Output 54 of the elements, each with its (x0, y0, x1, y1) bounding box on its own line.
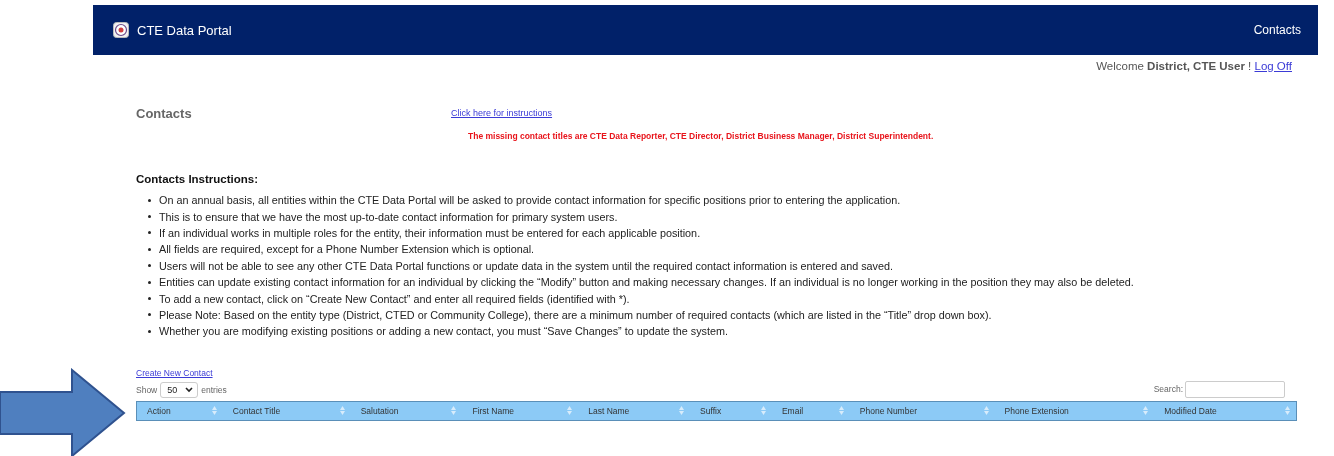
log-off-link[interactable]: Log Off (1254, 60, 1292, 72)
sort-icon[interactable] (983, 406, 989, 415)
seal-logo-icon (113, 22, 129, 38)
column-header[interactable]: Last Name (588, 405, 630, 416)
instruction-text: This is to ensure that we have the most up-to-date contact information for primary system users. (159, 210, 618, 223)
column-header[interactable]: Phone Extension (1004, 405, 1069, 416)
sort-icon[interactable] (760, 406, 766, 415)
instruction-text: To add a new contact, click on “Create New Contact” and enter all required fields (identified with *). (159, 292, 630, 305)
column-header[interactable]: Salutation (360, 405, 399, 416)
instruction-text: Whether you are modifying existing positions or adding a new contact, you must “Save Changes” to update the system. (159, 325, 728, 338)
page-title: Contacts (136, 105, 193, 121)
column-header[interactable]: Modified Date (1164, 405, 1217, 416)
bullet-icon (148, 329, 151, 333)
instruction-text: All fields are required, except for a Phone Number Extension which is optional. (159, 243, 535, 256)
create-contact-link[interactable]: Create New Contact (136, 367, 213, 378)
brand-title[interactable]: CTE Data Portal (137, 22, 232, 38)
welcome-text: Welcome District, CTE User ! (1096, 60, 1253, 72)
column-header[interactable]: Contact Title (232, 405, 281, 416)
entries-label: entries (201, 384, 227, 395)
bullet-icon (148, 264, 151, 268)
nav-link[interactable]: Contacts (1253, 23, 1301, 37)
instructions-heading: Contacts Instructions: (136, 173, 260, 185)
bullet-icon (148, 313, 151, 317)
sort-icon[interactable] (451, 406, 457, 415)
page-size-select[interactable]: 50 (160, 381, 199, 398)
instruction-text: If an individual works in multiple roles for the entity, their information must be entered for each applicable position. (159, 226, 701, 239)
sort-icon[interactable] (679, 406, 685, 415)
sort-icon[interactable] (838, 406, 844, 415)
bullet-icon (148, 198, 151, 202)
instruction-text: Entities can update existing contact information for an individual by clicking the “Modify” button and making necessary changes. If an individual is no longer working in the position they may also be deleted. (159, 276, 1134, 289)
alert-message: The missing contact titles are CTE Data Reporter, CTE Director, District Business Manager, District Superintendent. (468, 131, 934, 141)
bullet-icon (148, 247, 151, 251)
column-header[interactable]: Email (781, 405, 804, 416)
sort-icon[interactable] (567, 406, 573, 415)
column-header[interactable]: Suffix (700, 405, 722, 416)
search-field[interactable] (1185, 380, 1285, 398)
bullet-icon (148, 215, 151, 219)
column-header[interactable]: Action (147, 405, 171, 416)
sort-icon[interactable] (211, 406, 217, 415)
search-label: Search: (1153, 384, 1183, 394)
bullet-icon (148, 231, 151, 235)
instruction-text: Please Note: Based on the entity type (District, CTED or Community College), there are a minimum number of required contacts (which are listed in the “Title” drop down box). (159, 308, 992, 321)
chevron-icon (185, 386, 194, 393)
sort-icon[interactable] (1285, 406, 1291, 415)
instructions-link[interactable]: Click here for instructions (451, 108, 553, 118)
instruction-text: Users will not be able to see any other CTE Data Portal functions or update data in the system until the required contact information is entered and saved. (159, 259, 893, 272)
instruction-text: On an annual basis, all entities within the CTE Data Portal will be asked to provide contact information for specific positions prior to entering the application. (159, 194, 901, 207)
show-label: Show (136, 384, 158, 395)
bullet-icon (148, 297, 151, 301)
column-header[interactable]: Phone Number (859, 405, 917, 416)
bullet-icon (148, 280, 151, 284)
sort-icon[interactable] (1143, 406, 1149, 415)
column-header[interactable]: First Name (472, 405, 514, 416)
sort-icon[interactable] (339, 406, 345, 415)
